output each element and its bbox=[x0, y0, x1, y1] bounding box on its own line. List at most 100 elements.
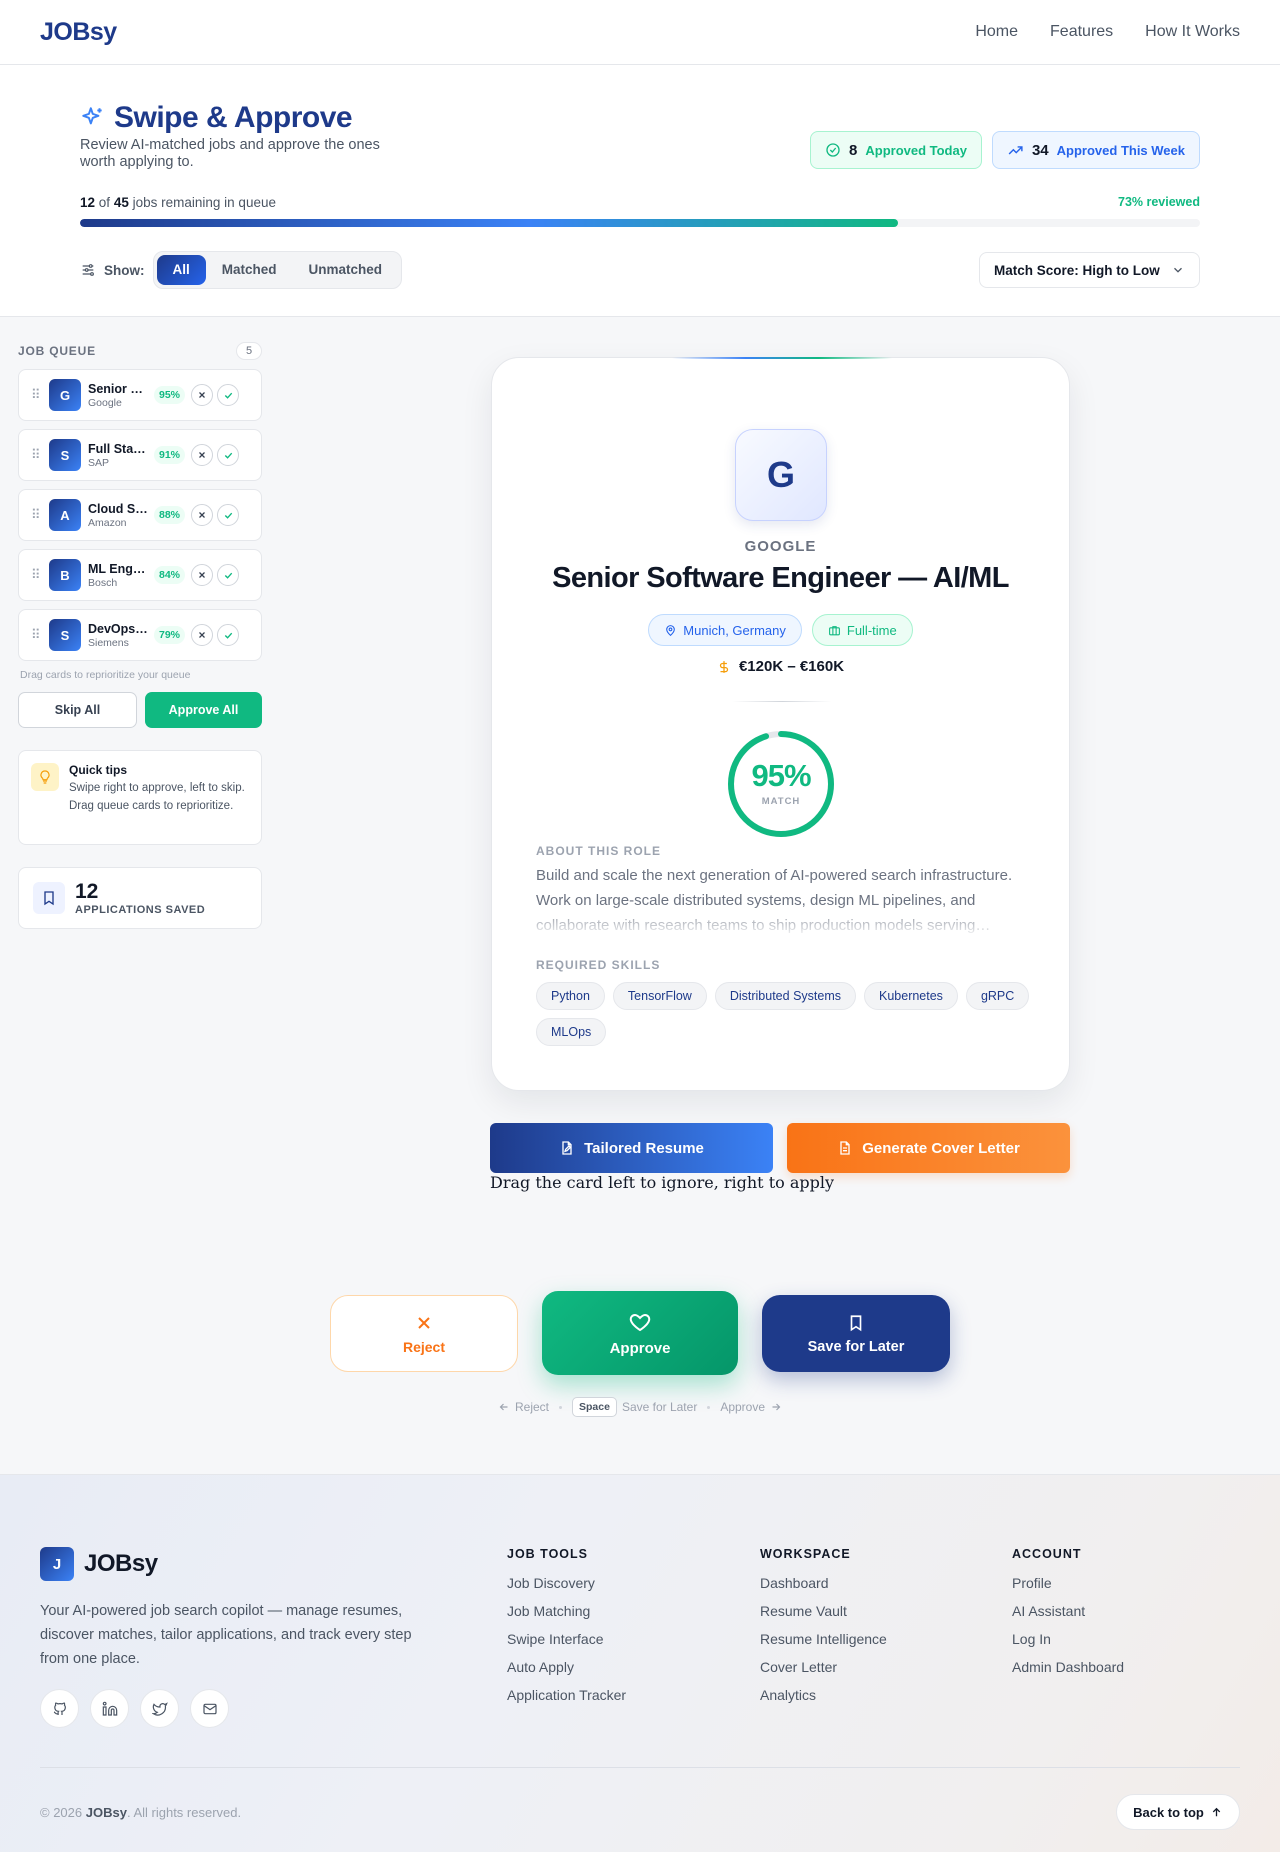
heart-icon bbox=[627, 1310, 653, 1334]
queue-total-count: 45 bbox=[113, 195, 129, 210]
nav-links: Home Features How It Works bbox=[975, 23, 1240, 41]
approve-all-button[interactable]: Approve All bbox=[145, 692, 262, 728]
separator-dot bbox=[559, 1405, 562, 1409]
queue-item-approve-button[interactable] bbox=[217, 504, 240, 526]
queue-item[interactable]: ⠿G Senior Software Engineer — AI/MLGoogle… bbox=[18, 369, 262, 421]
queue-progress-fill bbox=[80, 219, 898, 227]
footer-link[interactable]: AI Assistant bbox=[1012, 1603, 1124, 1619]
queue-item-skip-button[interactable] bbox=[191, 504, 214, 526]
footer-link[interactable]: Swipe Interface bbox=[507, 1631, 626, 1647]
briefcase-icon bbox=[828, 624, 841, 637]
footer-description: Your AI-powered job search copilot — man… bbox=[40, 1603, 412, 1667]
footer-link[interactable]: Application Tracker bbox=[507, 1687, 626, 1703]
footer-col-title: JOB TOOLS bbox=[507, 1547, 589, 1561]
queue-item-skip-button[interactable] bbox=[191, 384, 214, 406]
mail-icon[interactable] bbox=[190, 1689, 229, 1728]
drag-handle-icon[interactable]: ⠿ bbox=[31, 507, 45, 523]
stat-approved-today-value: 8 bbox=[849, 141, 858, 159]
queue-item[interactable]: ⠿A Cloud Solutions ArchitectAmazon 88% bbox=[18, 489, 262, 541]
queue-item-text: Senior Software Engineer — AI/MLGoogle bbox=[88, 382, 148, 409]
queue-item[interactable]: ⠿S Full Stack DeveloperSAP 91% bbox=[18, 429, 262, 481]
queue-item-company: SAP bbox=[88, 456, 110, 469]
sort-select[interactable]: Match Score: High to Low bbox=[979, 252, 1200, 288]
twitter-icon[interactable] bbox=[140, 1689, 179, 1728]
nav-link-how-it-works[interactable]: How It Works bbox=[1145, 23, 1240, 41]
reject-label: Reject bbox=[402, 1338, 446, 1355]
quick-tips-text: Swipe right to approve, left to skip. Dr… bbox=[69, 782, 245, 812]
queue-item-logo: B bbox=[49, 559, 81, 591]
reject-button[interactable]: Reject bbox=[330, 1295, 518, 1372]
separator-dot bbox=[707, 1405, 711, 1409]
back-to-top-button[interactable]: Back to top bbox=[1116, 1794, 1240, 1830]
footer-link[interactable]: Dashboard bbox=[760, 1575, 887, 1591]
footer-link[interactable]: Resume Vault bbox=[760, 1603, 887, 1619]
job-queue-actions: Skip All Approve All bbox=[18, 692, 262, 728]
queue-item-logo: S bbox=[49, 619, 81, 651]
filter-matched[interactable]: Matched bbox=[206, 255, 293, 285]
queue-item-approve-button[interactable] bbox=[217, 444, 240, 466]
approve-button[interactable]: Approve bbox=[542, 1291, 738, 1375]
generate-cover-letter-button[interactable]: Generate Cover Letter bbox=[787, 1123, 1070, 1173]
queue-item-skip-button[interactable] bbox=[191, 564, 214, 586]
job-location: Munich, Germany bbox=[683, 622, 786, 638]
nav-link-home[interactable]: Home bbox=[975, 23, 1018, 41]
skill-chip: Distributed Systems bbox=[714, 982, 856, 1010]
quick-tips-title: Quick tips bbox=[69, 763, 128, 777]
job-location-tag: Munich, Germany bbox=[648, 614, 802, 646]
footer-link[interactable]: Admin Dashboard bbox=[1012, 1659, 1124, 1675]
shortcut-approve: Approve bbox=[720, 1400, 782, 1414]
keyboard-shortcuts: Reject Space Save for Later Approve bbox=[0, 1397, 1280, 1417]
footer-link[interactable]: Profile bbox=[1012, 1575, 1124, 1591]
queue-item-text: ML EngineerBosch bbox=[88, 562, 148, 589]
arrow-up-icon bbox=[1210, 1806, 1223, 1819]
github-icon[interactable] bbox=[40, 1689, 79, 1728]
drag-handle-icon[interactable]: ⠿ bbox=[31, 567, 45, 583]
tailored-resume-button[interactable]: Tailored Resume bbox=[490, 1123, 773, 1173]
footer-brand[interactable]: J JOBsy bbox=[40, 1547, 158, 1581]
skill-chip: MLOps bbox=[536, 1018, 607, 1046]
stat-approved-week-label: Approved This Week bbox=[1056, 142, 1185, 158]
footer-link[interactable]: Log In bbox=[1012, 1631, 1124, 1647]
footer-link[interactable]: Job Matching bbox=[507, 1603, 626, 1619]
queue-item-approve-button[interactable] bbox=[217, 564, 240, 586]
footer-link[interactable]: Analytics bbox=[760, 1687, 887, 1703]
queue-item-score: 84% bbox=[154, 566, 186, 584]
logo[interactable]: JOBsy bbox=[40, 18, 117, 47]
footer-link[interactable]: Resume Intelligence bbox=[760, 1631, 887, 1647]
queue-item-title: ML Engineer bbox=[88, 561, 148, 576]
applications-saved-label: APPLICATIONS SAVED bbox=[75, 904, 206, 916]
job-card[interactable]: G GOOGLE Senior Software Engineer — AI/M… bbox=[491, 357, 1070, 1091]
queue-item-skip-button[interactable] bbox=[191, 624, 214, 646]
queue-item-score: 91% bbox=[154, 446, 186, 464]
arrow-left-icon bbox=[498, 1401, 510, 1413]
queue-item-title: Senior Software Engineer — AI/ML bbox=[88, 381, 148, 396]
job-queue-sidebar: JOB QUEUE 5 ⠿GSenior Software Engineer —… bbox=[18, 341, 262, 929]
skip-all-button[interactable]: Skip All bbox=[18, 692, 137, 728]
queue-item[interactable]: ⠿S DevOps EngineerSiemens 79% bbox=[18, 609, 262, 661]
filter-all[interactable]: All bbox=[156, 255, 206, 285]
queue-item-logo: S bbox=[49, 439, 81, 471]
skill-chip: TensorFlow bbox=[612, 982, 707, 1010]
footer-link[interactable]: Job Discovery bbox=[507, 1575, 626, 1591]
shortcut-save-label: Save for Later bbox=[621, 1400, 698, 1414]
queue-item-approve-button[interactable] bbox=[217, 624, 240, 646]
save-for-later-button[interactable]: Save for Later bbox=[762, 1295, 950, 1372]
queue-reviewed-percent: 73% reviewed bbox=[1118, 195, 1200, 209]
nav-link-features[interactable]: Features bbox=[1050, 23, 1113, 41]
filter-unmatched[interactable]: Unmatched bbox=[293, 255, 399, 285]
stat-approved-week: 34 Approved This Week bbox=[991, 131, 1200, 169]
sparkles-icon bbox=[80, 105, 106, 131]
queue-of: of bbox=[98, 195, 111, 210]
linkedin-icon[interactable] bbox=[90, 1689, 129, 1728]
drag-handle-icon[interactable]: ⠿ bbox=[31, 387, 45, 403]
back-to-top-label: Back to top bbox=[1133, 1804, 1204, 1820]
tailored-resume-label: Tailored Resume bbox=[584, 1139, 704, 1157]
queue-item-skip-button[interactable] bbox=[191, 444, 214, 466]
queue-item[interactable]: ⠿B ML EngineerBosch 84% bbox=[18, 549, 262, 601]
drag-handle-icon[interactable]: ⠿ bbox=[31, 447, 45, 463]
footer-link[interactable]: Auto Apply bbox=[507, 1659, 626, 1675]
footer-link[interactable]: Cover Letter bbox=[760, 1659, 887, 1675]
queue-item-approve-button[interactable] bbox=[217, 384, 240, 406]
queue-item-score: 95% bbox=[154, 386, 186, 404]
drag-handle-icon[interactable]: ⠿ bbox=[31, 627, 45, 643]
